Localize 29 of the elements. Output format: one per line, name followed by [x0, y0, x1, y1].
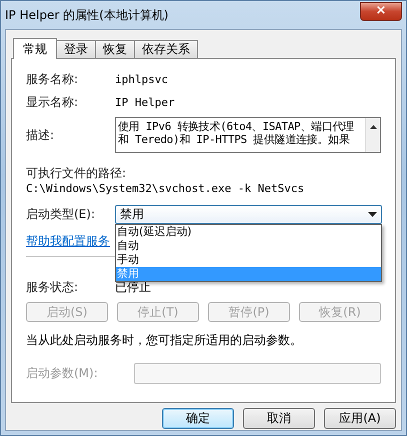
description-text: 使用 IPv6 转换技术(6to4、ISATAP、端口代理和 Teredo)和 IP-HTTPS 提供隧道连接。如果 — [117, 119, 355, 148]
help-link[interactable]: 帮助我配置服务 — [26, 234, 110, 248]
startup-type-dropdown[interactable]: 禁用 — [115, 205, 382, 224]
hint-text: 当从此处启动服务时，您可指定所适用的启动参数。 — [26, 332, 303, 349]
field-label: 服务名称: — [26, 70, 80, 88]
path-value: C:\Windows\System32\svchost.exe -k NetSvcs — [26, 182, 306, 195]
dropdown-option[interactable]: 自动(延迟启动) — [116, 225, 381, 239]
field-value: IP Helper — [115, 96, 175, 108]
caret-icon — [368, 212, 377, 217]
status-value: 已停止 — [115, 279, 151, 296]
dialog-button[interactable]: 取消 — [243, 408, 315, 429]
dialog-button[interactable]: 应用(A) — [324, 408, 396, 429]
close-button[interactable]: × — [360, 2, 402, 20]
field-label: 启动类型(E): — [26, 206, 96, 223]
field-label: 描述: — [26, 126, 56, 144]
field-label: 服务状态: — [26, 279, 80, 296]
tab[interactable]: 常规 — [13, 38, 57, 59]
tab[interactable]: 恢复 — [95, 40, 135, 58]
dropdown-option[interactable]: 手动 — [116, 253, 381, 267]
window-title: IP Helper 的属性(本地计算机) — [5, 6, 168, 24]
field-label: 显示名称: — [26, 94, 80, 110]
scroll-bar[interactable] — [365, 118, 380, 152]
tab[interactable]: 登录 — [56, 40, 96, 58]
tab[interactable]: 依存关系 — [134, 40, 198, 58]
field-label: 可执行文件的路径: — [26, 165, 128, 182]
dropdown-option[interactable]: 自动 — [116, 239, 381, 253]
dialog-button[interactable]: 确定 — [162, 408, 234, 429]
field-value: iphlpsvc — [115, 72, 168, 86]
field-label: 启动参数(M): — [26, 365, 99, 382]
